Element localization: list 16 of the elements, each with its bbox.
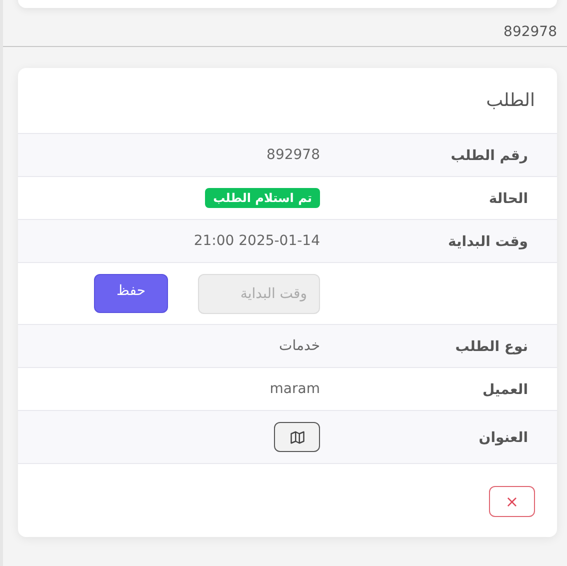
close-button[interactable]: × [489,486,535,517]
field-label: الحالة [488,191,528,207]
field-label: رقم الطلب [450,148,528,164]
field-label: نوع الطلب [455,339,528,355]
status-badge: تم استلام الطلب [205,188,320,208]
field-value: 892978 [266,146,320,164]
field-label: العنوان [478,430,528,446]
field-label: العميل [482,382,528,398]
order-number: 892978 [504,23,557,42]
field-value: 2025-01-14 21:00 [194,232,320,250]
field-value: maram [270,380,320,398]
map-button[interactable] [274,422,320,452]
field-value: خدمات [279,336,320,356]
field-label: وقت البداية [448,234,528,250]
card-title: الطلب [486,89,535,113]
map-icon [290,430,304,444]
